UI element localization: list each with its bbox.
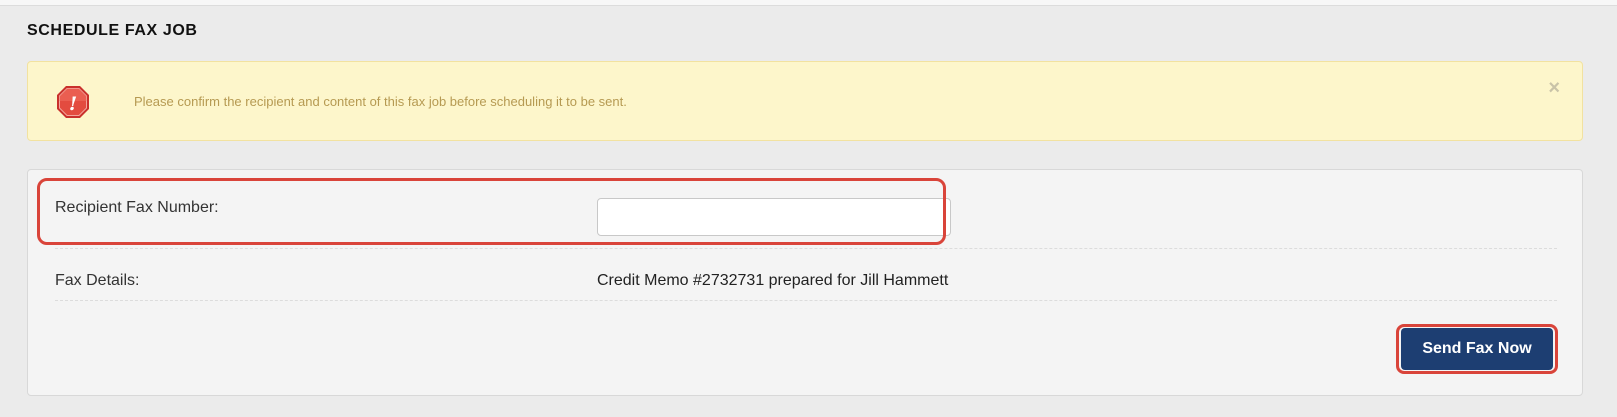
warning-octagon-icon: ! <box>55 84 91 120</box>
recipient-fax-input[interactable] <box>597 198 951 236</box>
alert-message: Please confirm the recipient and content… <box>134 94 627 109</box>
svg-text:!: ! <box>69 93 77 115</box>
fax-details-label: Fax Details: <box>55 272 140 289</box>
recipient-fax-row: Recipient Fax Number: <box>55 170 1557 249</box>
close-icon[interactable]: × <box>1548 78 1560 98</box>
warning-alert: ! Please confirm the recipient and conte… <box>27 61 1583 141</box>
page-title: SCHEDULE FAX JOB <box>27 22 198 39</box>
fax-details-row: Fax Details: Credit Memo #2732731 prepar… <box>55 249 1557 301</box>
recipient-fax-label: Recipient Fax Number: <box>55 199 219 216</box>
send-fax-now-button[interactable]: Send Fax Now <box>1401 328 1553 370</box>
fax-job-panel: Recipient Fax Number: Fax Details: Credi… <box>27 169 1583 396</box>
top-divider <box>0 0 1617 6</box>
fax-details-value: Credit Memo #2732731 prepared for Jill H… <box>597 272 949 289</box>
